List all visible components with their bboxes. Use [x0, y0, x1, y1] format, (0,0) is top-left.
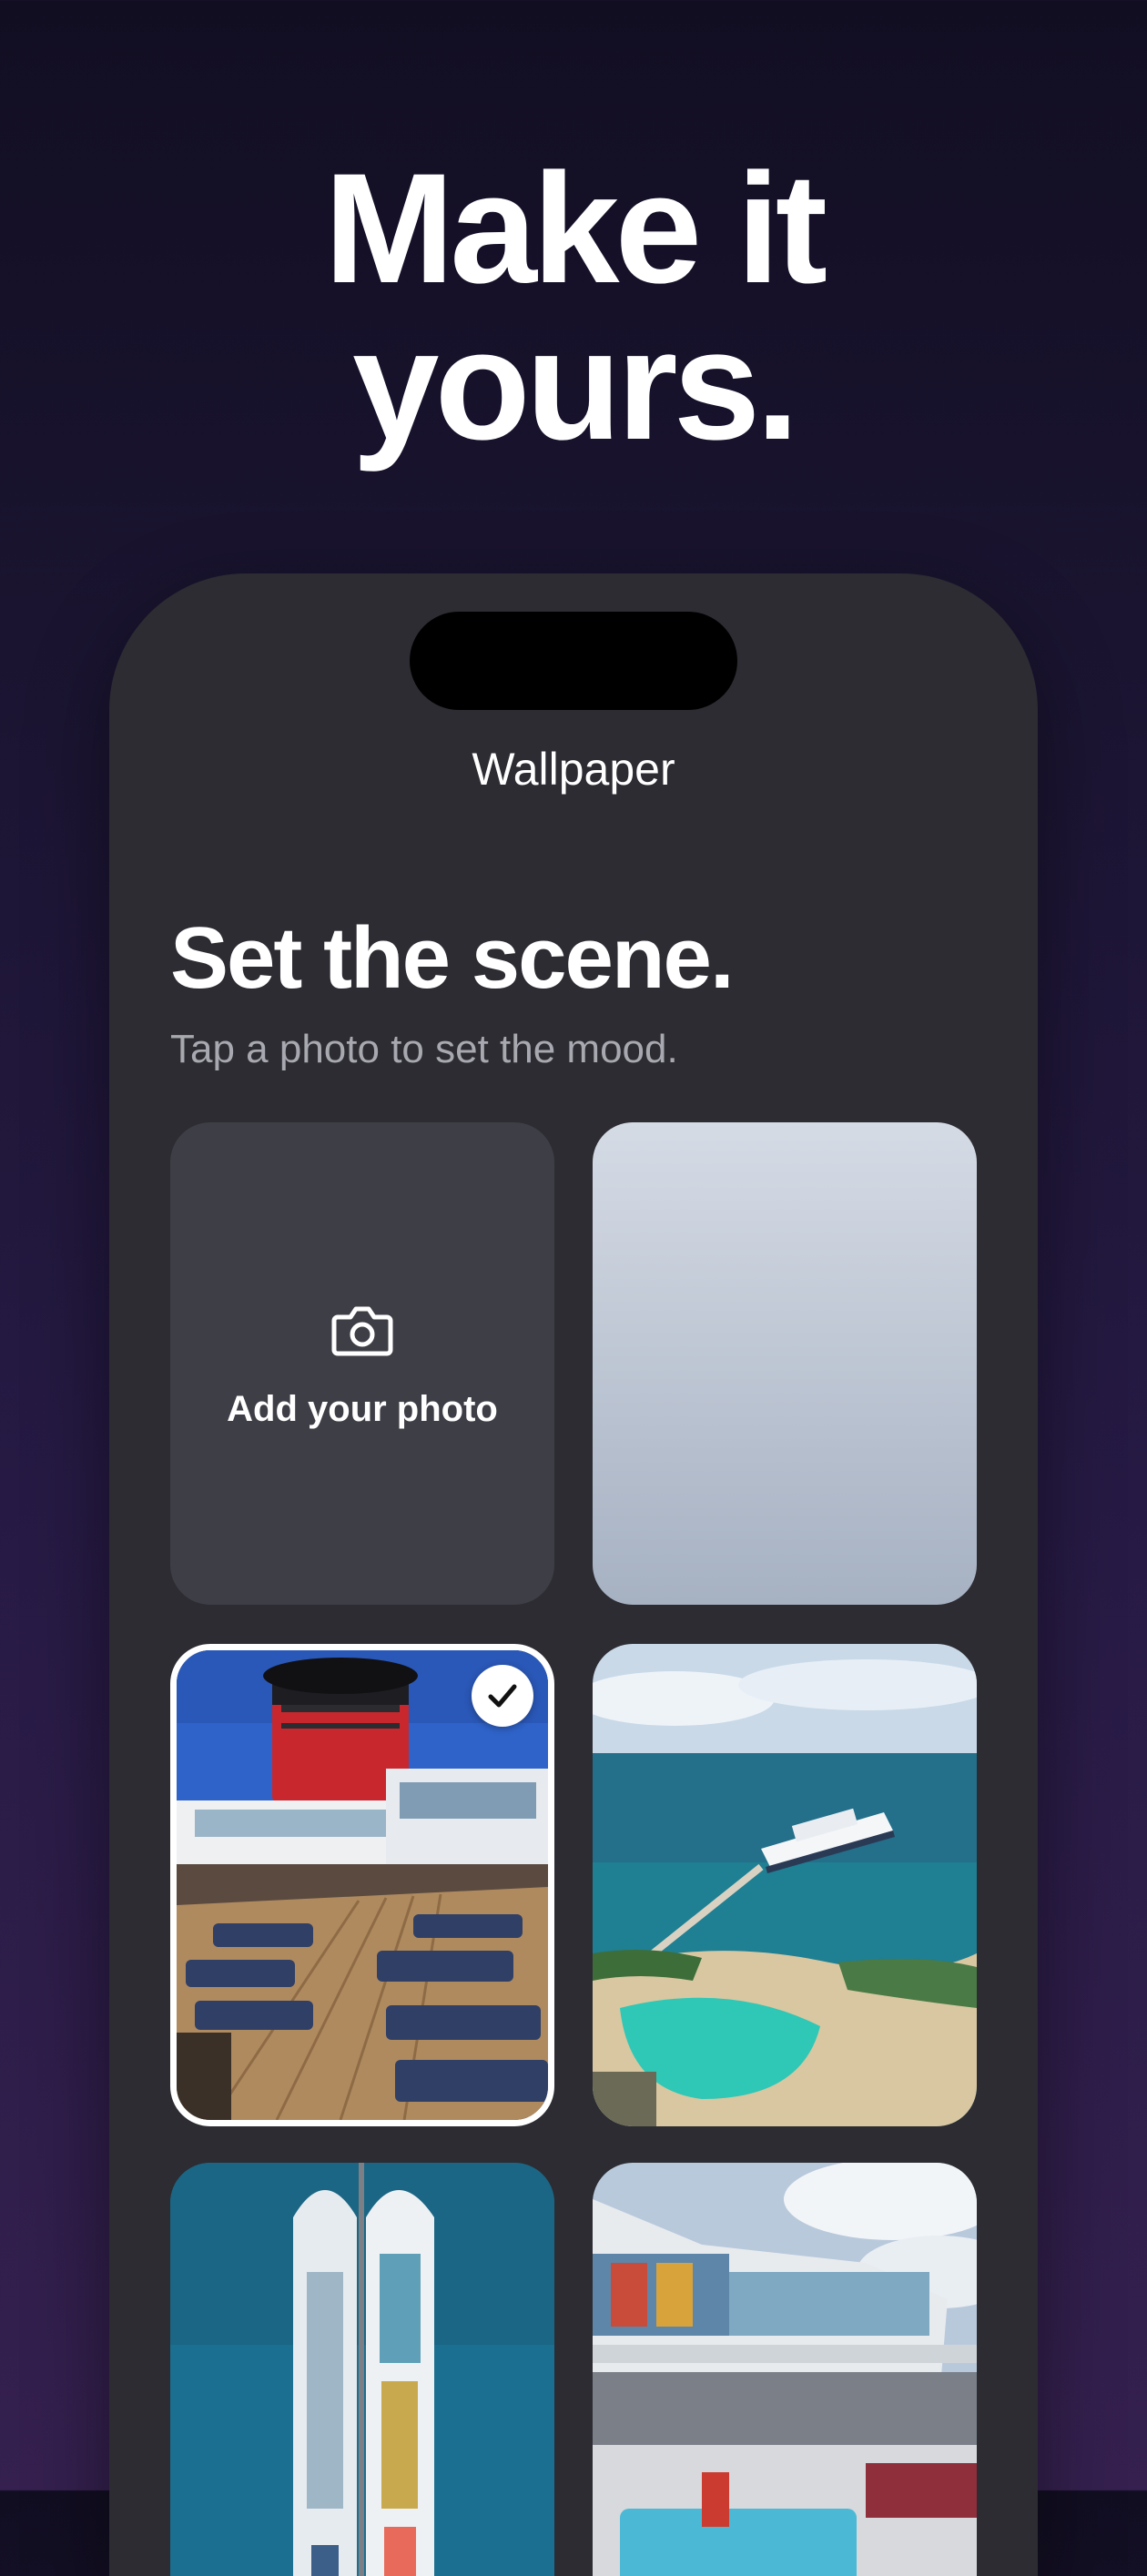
nav-title: Wallpaper: [472, 744, 675, 795]
wallpaper-tile-pool-deck[interactable]: [170, 1644, 554, 2126]
wallpaper-tile-ship-stern[interactable]: [593, 2163, 977, 2576]
wallpaper-tile-island[interactable]: [593, 1644, 977, 2126]
add-photo-label: Add your photo: [227, 1389, 498, 1429]
aerial-ships-photo: [170, 2163, 554, 2576]
island-photo: [593, 1644, 977, 2126]
dynamic-island: [410, 612, 737, 710]
phone-mockup: Wallpaper Set the scene. Tap a photo to …: [109, 573, 1038, 2576]
hero-title-line-1: Make it: [323, 141, 827, 316]
selected-badge: [472, 1665, 533, 1727]
screen-subtitle: Tap a photo to set the mood.: [170, 1027, 678, 1071]
hero-title: Make it yours.: [0, 150, 1147, 463]
checkmark-icon: [488, 1684, 517, 1708]
ship-stern-photo: [593, 2163, 977, 2576]
add-photo-tile[interactable]: Add your photo: [170, 1122, 554, 1605]
screen-title: Set the scene.: [170, 909, 735, 1007]
wallpaper-tile-gradient[interactable]: [593, 1122, 977, 1605]
wallpaper-tile-aerial-ships[interactable]: [170, 2163, 554, 2576]
hero-title-line-2: yours.: [351, 298, 799, 472]
camera-icon: [331, 1306, 393, 1356]
